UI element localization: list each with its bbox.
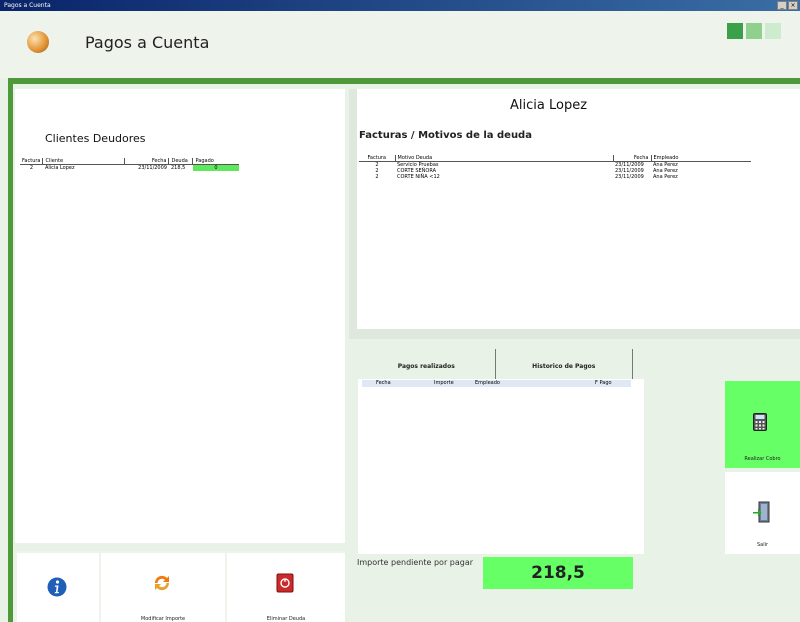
realizar-cobro-button[interactable]: Realizar Cobro (725, 381, 800, 468)
importe-pendiente-label: Importe pendiente por pagar (357, 558, 474, 567)
cell-factura: 2 (375, 174, 379, 180)
trash-icon (276, 573, 294, 593)
cell-motivo: CORTE NIÑA <12 (397, 174, 440, 180)
table-row[interactable]: 2 Alicia Lopez 23/11/2009 218,5 0 (20, 164, 239, 171)
modificar-importe-button[interactable]: Modificar Importe (101, 553, 225, 622)
column-header[interactable]: Factura (20, 158, 43, 165)
pagos-columns: Fecha Importe Empleado F Pago (362, 380, 631, 387)
info-button[interactable] (17, 553, 99, 622)
column-header[interactable]: F Pago (595, 380, 612, 386)
window-title: Pagos a Cuenta (4, 2, 51, 9)
column-header[interactable]: Importe (434, 380, 454, 386)
info-icon (47, 577, 67, 597)
column-header[interactable]: Empleado (475, 380, 500, 386)
table-row[interactable]: 2 CORTE NIÑA <12 23/11/2009 Ana Perez (359, 174, 751, 180)
eliminar-deuda-button[interactable]: Eliminar Deuda (227, 553, 345, 622)
exit-door-icon (753, 501, 770, 523)
close-button[interactable]: × (788, 1, 798, 10)
column-header[interactable]: Fecha (376, 380, 391, 386)
tab-historico-pagos[interactable]: Historico de Pagos (496, 349, 633, 379)
pagos-list[interactable] (358, 379, 644, 554)
cell-pagado: 0 (192, 164, 239, 171)
clientes-title: Clientes Deudores (45, 132, 146, 145)
facturas-title: Facturas / Motivos de la deuda (359, 130, 532, 141)
cell-deuda: 218,5 (170, 165, 186, 171)
cell-factura: 2 (29, 165, 34, 171)
app-logo-icon (27, 31, 49, 53)
cell-cliente: Alicia Lopez (44, 165, 75, 171)
facturas-table-wrap: Factura Motivo Deuda Fecha Empleado 2 Se… (359, 155, 751, 180)
cell-empleado: Ana Perez (653, 174, 678, 180)
pagos-tabs: Pagos realizados Historico de Pagos (358, 349, 633, 379)
header: Pagos a Cuenta (0, 11, 800, 78)
refresh-icon (154, 575, 170, 591)
left-frame (8, 84, 13, 622)
client-name: Alicia Lopez (510, 98, 588, 113)
clientes-table-wrap: Factura Cliente Fecha Deuda Pagado 2 Ali… (20, 158, 239, 171)
salir-button[interactable]: Salir (725, 472, 800, 554)
tab-pagos-realizados[interactable]: Pagos realizados (358, 349, 496, 379)
page-title: Pagos a Cuenta (85, 33, 210, 52)
salir-label: Salir (756, 542, 769, 548)
modificar-importe-label: Modificar Importe (140, 616, 186, 622)
cell-fecha: 23/11/2009 (138, 165, 167, 171)
minimize-button[interactable]: _ (777, 1, 787, 10)
cell-fecha: 23/11/2009 (615, 174, 644, 180)
header-divider (8, 78, 800, 84)
status-square-icon (727, 23, 743, 39)
clientes-table: Factura Cliente Fecha Deuda Pagado 2 Ali… (20, 158, 239, 171)
eliminar-deuda-label: Eliminar Deuda (266, 616, 306, 622)
status-square-icon (746, 23, 762, 39)
status-square-icon (765, 23, 781, 39)
facturas-table: Factura Motivo Deuda Fecha Empleado 2 Se… (359, 155, 751, 180)
window-titlebar: Pagos a Cuenta _ × (0, 0, 800, 11)
calculator-icon (753, 413, 767, 431)
importe-pendiente-value: 218,5 (483, 557, 633, 589)
realizar-cobro-label: Realizar Cobro (744, 456, 781, 462)
facturas-panel (357, 89, 800, 329)
